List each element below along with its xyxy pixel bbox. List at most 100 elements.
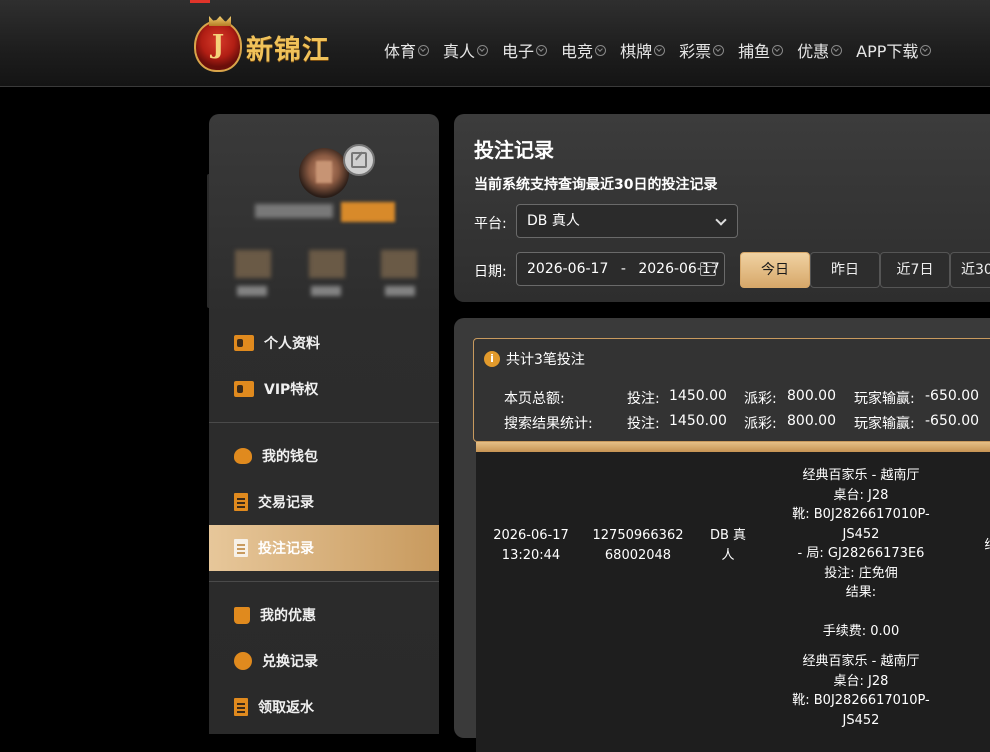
detail-line: 结果: [845,585,877,600]
search-bet-amount: 1450.00 [669,413,727,429]
nav-item-fishing[interactable]: 捕鱼 [738,38,784,62]
record-detail: 经典百家乐 - 越南厅 桌台: J28 靴: B0J2826617010P-JS… [776,652,946,730]
detail-line: 桌台: J28 [833,673,889,689]
record-status: 结 [976,536,990,556]
payout-label: 派彩: [744,391,777,407]
nav-label: 真人 [443,42,476,61]
username-blurred [255,204,333,218]
nav-item-slots[interactable]: 电子 [502,38,548,62]
stat-label-blurred [237,286,267,296]
avatar[interactable] [299,148,349,198]
winloss-label: 玩家输赢: [854,391,915,407]
range-30days-button[interactable]: 近30 [950,252,990,288]
page-bet-amount: 1450.00 [669,388,727,404]
date-range-input[interactable]: 2026-06-17 - 2026-06-17 [516,252,725,286]
stat-label-blurred [385,286,415,296]
record-order-id: 12750966362 68002048 [588,526,688,565]
nav-item-promos[interactable]: 优惠 [797,38,843,62]
menu-divider [209,422,439,423]
bet-label: 投注: [627,391,660,407]
platform-select[interactable]: DB 真人 [516,204,738,238]
sidebar-item-vip[interactable]: VIP特权 [209,366,439,412]
site-logo[interactable]: J 新锦江 [194,16,364,74]
stat-label-blurred [311,286,341,296]
platform-selected-value: DB 真人 [527,213,580,229]
logo-text: 新锦江 [246,35,330,66]
nav-item-live[interactable]: 真人 [443,38,489,62]
date-from: 2026-06-17 [527,261,609,277]
stat-icon-blurred[interactable] [381,250,417,278]
nav-label: APP下载 [856,42,919,61]
page-payout-amount: 800.00 [787,388,836,404]
bet-summary-box: i 共计3笔投注 本页总额: 投注: 1450.00 派彩: 800.00 玩家… [473,338,990,442]
page-winloss-amount: -650.00 [925,388,980,404]
rebate-doc-icon [234,698,248,716]
total-bets-count: 共计3笔投注 [506,352,585,368]
nav-item-cards[interactable]: 棋牌 [620,38,666,62]
chevron-down-icon [772,44,784,56]
range-today-button[interactable]: 今日 [740,252,810,288]
nav-item-esports[interactable]: 电竞 [561,38,607,62]
nav-label: 捕鱼 [738,42,771,61]
stat-icon-blurred[interactable] [235,250,271,278]
page-subtitle: 当前系统支持查询最近30日的投注记录 [474,177,718,193]
sidebar-item-claim-rebate[interactable]: 领取返水 [209,684,439,730]
chevron-down-icon [654,44,666,56]
exchange-money-icon [234,652,252,670]
sidebar-item-label: 我的优惠 [260,608,316,624]
payout-label: 派彩: [744,416,777,432]
edit-avatar-button[interactable] [343,144,375,176]
nav-label: 电子 [502,42,535,61]
detail-line: 靴: B0J2826617010P-JS452 [792,507,930,542]
range-yesterday-button[interactable]: 昨日 [810,252,880,288]
sidebar-item-my-promos[interactable]: 我的优惠 [209,592,439,638]
sidebar-item-label: VIP特权 [264,382,319,398]
transaction-doc-icon [234,493,248,511]
piggy-bank-icon [234,448,252,464]
chevron-down-icon [713,44,725,56]
sidebar-item-bet-records[interactable]: 投注记录 [209,525,439,571]
sidebar-item-label: 领取返水 [258,700,314,716]
range-7days-button[interactable]: 近7日 [880,252,950,288]
sidebar-item-label: 个人资料 [264,336,320,352]
sidebar-item-profile[interactable]: 个人资料 [209,320,439,366]
edit-icon [351,152,367,168]
detail-line [776,603,946,623]
detail-line: 靴: B0J2826617010P-JS452 [792,693,930,728]
vip-badge-blurred [341,202,395,222]
chevron-down-icon [418,44,430,56]
summary-header: i 共计3笔投注 [484,349,585,369]
page-title: 投注记录 [474,138,554,162]
nav-label: 优惠 [797,42,830,61]
detail-line: 桌台: J28 [833,487,889,503]
chevron-down-icon [831,44,843,56]
info-icon: i [484,351,500,367]
sidebar-item-transactions[interactable]: 交易记录 [209,479,439,525]
platform-line: 人 [721,547,735,563]
stat-icon-blurred[interactable] [309,250,345,278]
nav-label: 棋牌 [620,42,653,61]
nav-item-sports[interactable]: 体育 [384,38,430,62]
detail-line: - 局: GJ28266173E6 [797,546,925,561]
chevron-down-icon [715,214,727,226]
search-total-label: 搜索结果统计: [504,416,593,432]
vip-card-icon [234,381,254,397]
bet-records-table: 2026-06-17 13:20:44 12750966362 68002048… [476,452,990,752]
detail-line: 手续费: 0.00 [822,624,900,639]
nav-item-app-download[interactable]: APP下载 [856,38,932,62]
bet-record-filter-panel: 投注记录 当前系统支持查询最近30日的投注记录 平台: DB 真人 日期: 20… [454,114,990,302]
nav-item-lottery[interactable]: 彩票 [679,38,725,62]
record-date: 2026-06-17 [493,528,569,543]
top-navigation-bar: J 新锦江 体育 真人 电子 电竞 棋牌 彩票 捕鱼 优惠 APP下载 [0,0,990,87]
sidebar-item-label: 交易记录 [258,495,314,511]
bet-records-panel: i 共计3笔投注 本页总额: 投注: 1450.00 派彩: 800.00 玩家… [454,318,990,752]
sidebar-item-wallet[interactable]: 我的钱包 [209,433,439,479]
logo-badge-icon: J [194,16,242,72]
chevron-down-icon [595,44,607,56]
detail-line: 经典百家乐 - 越南厅 [802,468,920,483]
sidebar-item-exchange-records[interactable]: 兑换记录 [209,638,439,684]
chevron-down-icon [477,44,489,56]
menu-divider [209,581,439,582]
page-total-label: 本页总额: [504,391,565,407]
search-payout-amount: 800.00 [787,413,836,429]
